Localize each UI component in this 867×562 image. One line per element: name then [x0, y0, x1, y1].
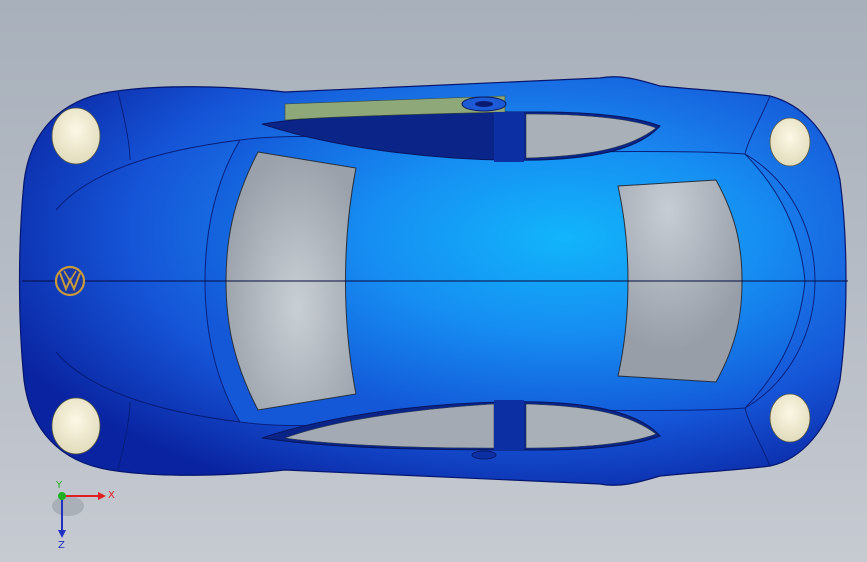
- side-mirror-top-inner: [475, 101, 493, 107]
- door-handle-bottom: [471, 450, 497, 460]
- headlight-left-bottom: [51, 397, 101, 455]
- vw-emblem-icon: [54, 265, 86, 297]
- door-pillar-bottom: [494, 400, 524, 450]
- triad-y-axis-icon: [58, 492, 66, 500]
- coordinate-triad: X Y Z: [46, 480, 116, 551]
- triad-shadow: [52, 496, 84, 516]
- triad-x-label: X: [108, 490, 115, 501]
- taillight-right-top: [769, 117, 811, 167]
- triad-y-label: Y: [55, 480, 63, 491]
- graphics-viewport[interactable]: X Y Z: [0, 0, 867, 562]
- taillight-right-bottom: [769, 393, 811, 443]
- headlight-left-top: [51, 107, 101, 165]
- model-view[interactable]: [0, 0, 867, 562]
- door-pillar-top: [494, 112, 524, 162]
- triad-z-label: Z: [58, 540, 65, 550]
- car-model[interactable]: [18, 76, 849, 486]
- triad-z-arrow: [58, 530, 66, 538]
- triad-x-arrow: [98, 492, 106, 500]
